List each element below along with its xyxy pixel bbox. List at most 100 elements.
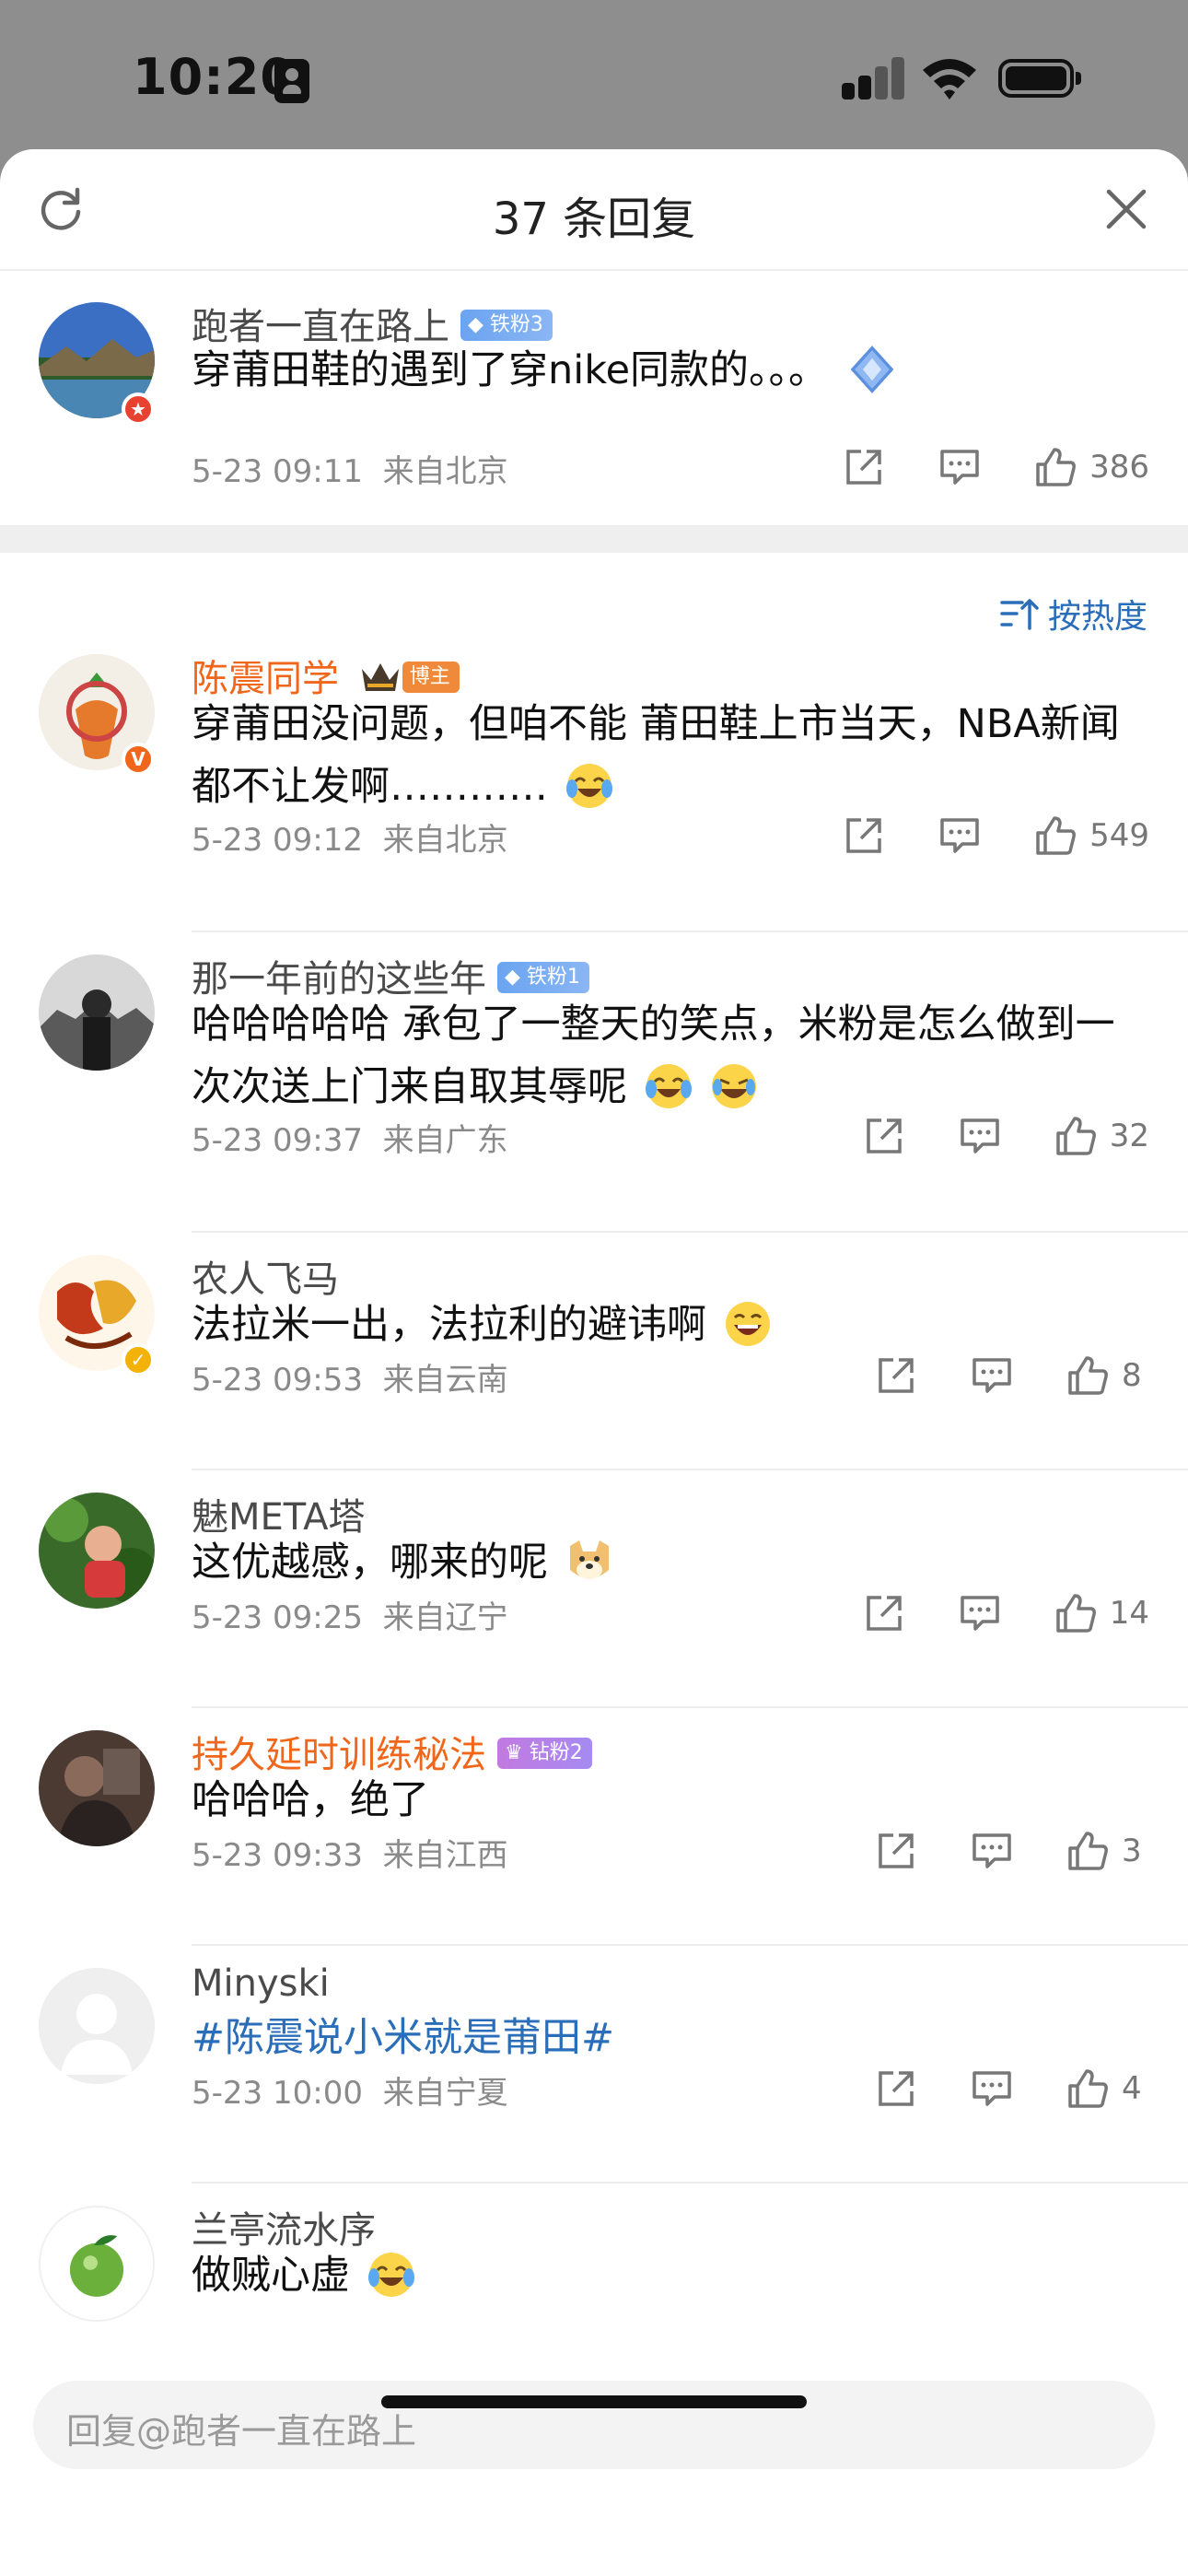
section-divider (0, 525, 1188, 553)
comment-meta: 5-23 09:33 来自江西 (192, 1830, 508, 1875)
comment-icon[interactable] (959, 1592, 1001, 1634)
comment-meta: 5-23 09:37 来自广东 (192, 1115, 508, 1160)
crown-icon (361, 663, 399, 691)
sort-icon (1000, 599, 1039, 630)
laugh-cry-emoji (367, 2252, 414, 2297)
reply-item: ✓ 农人飞马 法拉米一出，法拉利的避讳啊 5-23 09:53 来自云南 8 (0, 1255, 1188, 1493)
like-count: 14 (1109, 1595, 1149, 1632)
comment-text-content: 穿莆田鞋的遇到了穿nike同款的。。。 (192, 347, 829, 393)
reply-input[interactable]: 回复@跑者一直在路上 (33, 2381, 1155, 2469)
laugh-cry-emoji (712, 1063, 757, 1108)
comment-text: 穿莆田鞋的遇到了穿nike同款的。。。 (192, 339, 1149, 402)
like-icon[interactable] (1054, 1115, 1097, 1157)
like-icon[interactable] (1034, 814, 1077, 857)
avatar[interactable] (39, 1493, 155, 1609)
reply-item: 持久延时训练秘法 ♛ 钻粉2 哈哈哈，绝了 5-23 09:33 来自江西 3 (0, 1730, 1188, 1968)
share-icon[interactable] (863, 1592, 905, 1634)
comment-location: 来自云南 (382, 1362, 508, 1399)
share-icon[interactable] (863, 1115, 905, 1157)
like-icon[interactable] (1054, 1592, 1097, 1634)
sheet-title: 37 条回复 (492, 193, 696, 245)
comment-icon[interactable] (938, 814, 981, 857)
avatar[interactable] (39, 1730, 155, 1846)
red-star-badge-icon: ★ (122, 392, 155, 426)
share-icon[interactable] (875, 1830, 917, 1872)
reply-item: 兰亭流水序 做贼心虚 (0, 2206, 1188, 2325)
fan-badge: ◆ 铁粉1 (497, 962, 589, 993)
comment-actions: 32 (809, 1113, 1149, 1159)
like-icon[interactable] (1066, 2067, 1109, 2110)
topic-link[interactable]: #陈震说小米就是莆田# (192, 2007, 1149, 2069)
reply-placeholder[interactable]: 回复@跑者一直在路上 (66, 2403, 416, 2453)
like-icon[interactable] (1066, 1354, 1109, 1397)
share-icon[interactable] (843, 446, 885, 488)
comment-meta: 5-23 09:11 来自北京 (192, 446, 508, 491)
comment-text: 这优越感，哪来的呢 (192, 1531, 1149, 1594)
comment-icon[interactable] (938, 446, 981, 488)
like-icon[interactable] (1034, 446, 1077, 488)
comment-icon[interactable] (971, 1830, 1013, 1872)
comment-text: 哈哈哈哈哈 承包了一整天的笑点，米粉是怎么做到一次次送上门来自取其辱呢 (192, 993, 1149, 1118)
main-comment: ★ 跑者一直在路上 ◆ 铁粉3 穿莆田鞋的遇到了穿nike同款的。。。 5-23 … (0, 269, 1188, 525)
reply-item: 那一年前的这些年 ◆ 铁粉1 哈哈哈哈哈 承包了一整天的笑点，米粉是怎么做到一次次… (0, 954, 1188, 1255)
comment-meta: 5-23 09:53 来自云南 (192, 1354, 508, 1399)
comment-icon[interactable] (959, 1115, 1001, 1157)
grin-emoji (725, 1301, 770, 1346)
sort-label[interactable]: 按热度 (1048, 590, 1147, 638)
like-icon[interactable] (1066, 1830, 1109, 1872)
replies-sheet: 37 条回复 ★ 跑者一直在路上 ◆ 铁粉3 穿莆田鞋的遇到了穿nike同款的。。… (0, 149, 1188, 2576)
avatar[interactable] (39, 2206, 155, 2322)
divider (192, 1231, 1188, 1233)
comment-text: 穿莆田没问题，但咱不能 莆田鞋上市当天，NBA新闻都不让发啊………… (192, 693, 1149, 818)
comment-text-content: 做贼心虚 (192, 2253, 350, 2299)
avatar[interactable] (39, 1968, 155, 2084)
comment-location: 来自北京 (382, 453, 508, 490)
verified-icon: ✓ (122, 1343, 155, 1376)
comment-meta: 5-23 09:12 来自北京 (192, 814, 508, 860)
share-icon[interactable] (875, 1354, 917, 1397)
comment-actions: 8 (821, 1352, 1149, 1399)
comment-time: 5-23 09:37 (192, 1122, 363, 1159)
like-count: 32 (1109, 1118, 1149, 1154)
like-count: 549 (1089, 817, 1149, 854)
comment-icon[interactable] (971, 1354, 1013, 1397)
fan-badge-label: 钻粉2 (529, 1741, 583, 1764)
username[interactable]: Minyski (192, 1962, 330, 2005)
comment-actions: 3 (821, 1828, 1149, 1874)
comment-time: 5-23 09:33 (192, 1837, 363, 1874)
like-count: 3 (1122, 1832, 1142, 1869)
share-icon[interactable] (875, 2067, 917, 2110)
comment-time: 5-23 09:11 (192, 453, 363, 490)
comment-text: 做贼心虚 (192, 2244, 1149, 2307)
reply-item: 魅META塔 这优越感，哪来的呢 5-23 09:25 来自辽宁 14 (0, 1493, 1188, 1730)
divider (192, 1944, 1188, 1946)
comment-location: 来自辽宁 (382, 1599, 508, 1636)
host-badge: 博主 (402, 662, 460, 693)
comment-actions: 549 (789, 813, 1149, 859)
comment-meta: 5-23 10:00 来自宁夏 (192, 2067, 508, 2113)
cellular-signal-icon (842, 57, 906, 100)
comment-time: 5-23 09:53 (192, 1362, 363, 1399)
comment-actions: 386 (789, 444, 1149, 490)
home-indicator[interactable] (381, 2395, 807, 2408)
diamond-icon (850, 345, 894, 393)
comment-time: 5-23 09:25 (192, 1599, 363, 1636)
sort-button[interactable]: 按热度 (1000, 590, 1147, 638)
comment-time: 5-23 10:00 (192, 2075, 363, 2112)
avatar[interactable] (39, 954, 155, 1071)
reply-item: Minyski #陈震说小米就是莆田# 5-23 10:00 来自宁夏 4 (0, 1962, 1188, 2206)
id-card-icon (274, 59, 309, 103)
comment-icon[interactable] (971, 2067, 1013, 2110)
comment-text-content: 穿莆田没问题，但咱不能 莆田鞋上市当天，NBA新闻都不让发啊………… (192, 701, 1120, 810)
comment-meta: 5-23 09:25 来自辽宁 (192, 1592, 508, 1637)
close-icon[interactable] (1103, 186, 1149, 232)
comment-text-content[interactable]: #陈震说小米就是莆田# (192, 2015, 614, 2061)
like-count: 386 (1089, 449, 1149, 486)
divider (192, 931, 1188, 932)
comment-actions: 4 (821, 2066, 1149, 2112)
share-icon[interactable] (843, 814, 885, 857)
fan-badge-label: 铁粉1 (526, 966, 580, 989)
comment-text-content: 这优越感，哪来的呢 (192, 1540, 548, 1586)
like-count: 4 (1122, 2070, 1142, 2107)
reply-item: V 陈震同学 博主 穿莆田没问题，但咱不能 莆田鞋上市当天，NBA新闻都不让发啊… (0, 654, 1188, 954)
